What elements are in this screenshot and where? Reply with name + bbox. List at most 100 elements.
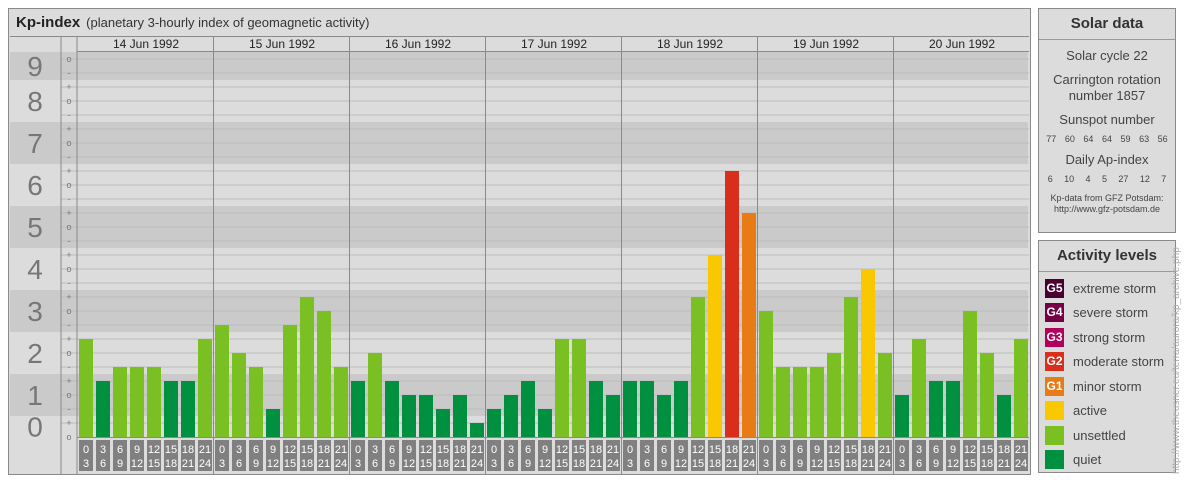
interval-start: 15	[981, 444, 993, 456]
interval-end: 6	[372, 458, 378, 470]
sunspot-value: 56	[1157, 134, 1168, 144]
sub-tick-label: o	[66, 138, 71, 148]
kp-bar	[232, 353, 246, 437]
interval-end: 9	[253, 458, 259, 470]
interval-end: 12	[403, 458, 415, 470]
legend-item: G3 strong storm	[1039, 325, 1175, 350]
interval-start: 18	[862, 444, 874, 456]
kp-bar	[130, 367, 144, 437]
sub-tick-label: -	[68, 110, 71, 120]
interval-start: 21	[471, 444, 483, 456]
kp-bar	[963, 311, 977, 437]
legend-swatch: G1	[1045, 376, 1064, 396]
ap-label: Daily Ap-index	[1065, 152, 1149, 167]
interval-start: 6	[797, 444, 803, 456]
interval-end: 6	[508, 458, 514, 470]
sub-tick-label: o	[66, 390, 71, 400]
interval-end: 12	[811, 458, 823, 470]
interval-start: 9	[542, 444, 548, 456]
interval-end: 3	[899, 458, 905, 470]
kp-bar	[810, 367, 824, 437]
legend-swatch: G3	[1045, 327, 1064, 347]
kp-bar	[997, 395, 1011, 437]
axis-bottom-left	[10, 437, 61, 474]
interval-end: 21	[318, 458, 330, 470]
kp-bar	[895, 395, 909, 437]
y-tick-label: 9	[27, 51, 43, 82]
legend-swatch: G4	[1045, 303, 1064, 323]
interval-start: 3	[916, 444, 922, 456]
kp-bar	[623, 381, 637, 437]
interval-start: 9	[678, 444, 684, 456]
legend-label: minor storm	[1073, 378, 1142, 394]
interval-end: 24	[743, 458, 755, 470]
interval-start: 9	[406, 444, 412, 456]
interval-end: 6	[644, 458, 650, 470]
kp-bar	[1014, 339, 1028, 437]
interval-end: 15	[284, 458, 296, 470]
kp-bar	[164, 381, 178, 437]
band-kp-0	[10, 416, 1028, 437]
kp-bar	[759, 311, 773, 437]
interval-start: 6	[389, 444, 395, 456]
interval-start: 0	[219, 444, 225, 456]
interval-end: 15	[692, 458, 704, 470]
y-tick-label: 2	[27, 338, 43, 369]
interval-end: 12	[131, 458, 143, 470]
kp-bar	[368, 353, 382, 437]
sub-tick-label: -	[68, 404, 71, 414]
kp-bar	[946, 381, 960, 437]
interval-start: 0	[899, 444, 905, 456]
solar-data-panel: Solar data Solar cycle 22 Carrington rot…	[1038, 8, 1176, 233]
interval-start: 18	[590, 444, 602, 456]
y-tick-label: 8	[27, 86, 43, 117]
interval-start: 0	[491, 444, 497, 456]
sub-tick-label: -	[68, 194, 71, 204]
interval-start: 21	[199, 444, 211, 456]
interval-end: 24	[471, 458, 483, 470]
interval-start: 18	[318, 444, 330, 456]
legend-item: quiet	[1039, 448, 1175, 473]
interval-start: 3	[372, 444, 378, 456]
interval-end: 18	[573, 458, 585, 470]
sunspot-value: 60	[1064, 134, 1075, 144]
sub-tick-label: o	[66, 432, 71, 442]
interval-end: 3	[627, 458, 633, 470]
sunspot-value: 59	[1120, 134, 1131, 144]
sub-tick-label: +	[66, 82, 71, 92]
sunspot-numbers: 77 60 64 64 59 63 56	[1039, 134, 1175, 144]
legend-label: strong storm	[1073, 329, 1146, 345]
interval-start: 6	[253, 444, 259, 456]
solar-data-header: Solar data	[1039, 9, 1175, 40]
day-label: 17 Jun 1992	[521, 37, 587, 51]
interval-end: 9	[117, 458, 123, 470]
interval-end: 21	[726, 458, 738, 470]
interval-end: 12	[947, 458, 959, 470]
y-tick-label: 4	[27, 254, 43, 285]
interval-start: 21	[1015, 444, 1027, 456]
y-tick-label: 3	[27, 296, 43, 327]
kp-bar	[657, 395, 671, 437]
source-link[interactable]: http://www.gfz-potsdam.de	[1039, 204, 1175, 215]
sub-tick-label: o	[66, 306, 71, 316]
interval-end: 18	[981, 458, 993, 470]
interval-end: 12	[539, 458, 551, 470]
day-label: 16 Jun 1992	[385, 37, 451, 51]
interval-start: 3	[100, 444, 106, 456]
interval-end: 15	[828, 458, 840, 470]
interval-end: 21	[590, 458, 602, 470]
sub-tick-label: o	[66, 222, 71, 232]
source-url[interactable]: http://www.theusner.eu/terra/aurora/kp_a…	[1171, 247, 1182, 474]
interval-end: 15	[556, 458, 568, 470]
y-tick-label: 7	[27, 128, 43, 159]
legend-swatch	[1045, 450, 1064, 470]
interval-end: 6	[780, 458, 786, 470]
interval-end: 18	[301, 458, 313, 470]
interval-end: 18	[165, 458, 177, 470]
sub-tick-label: +	[66, 208, 71, 218]
kp-bar	[470, 423, 484, 437]
legend-label: unsettled	[1073, 427, 1126, 443]
y-tick-label: 6	[27, 170, 43, 201]
ap-value: 27	[1118, 174, 1129, 184]
sub-tick-label: -	[68, 152, 71, 162]
